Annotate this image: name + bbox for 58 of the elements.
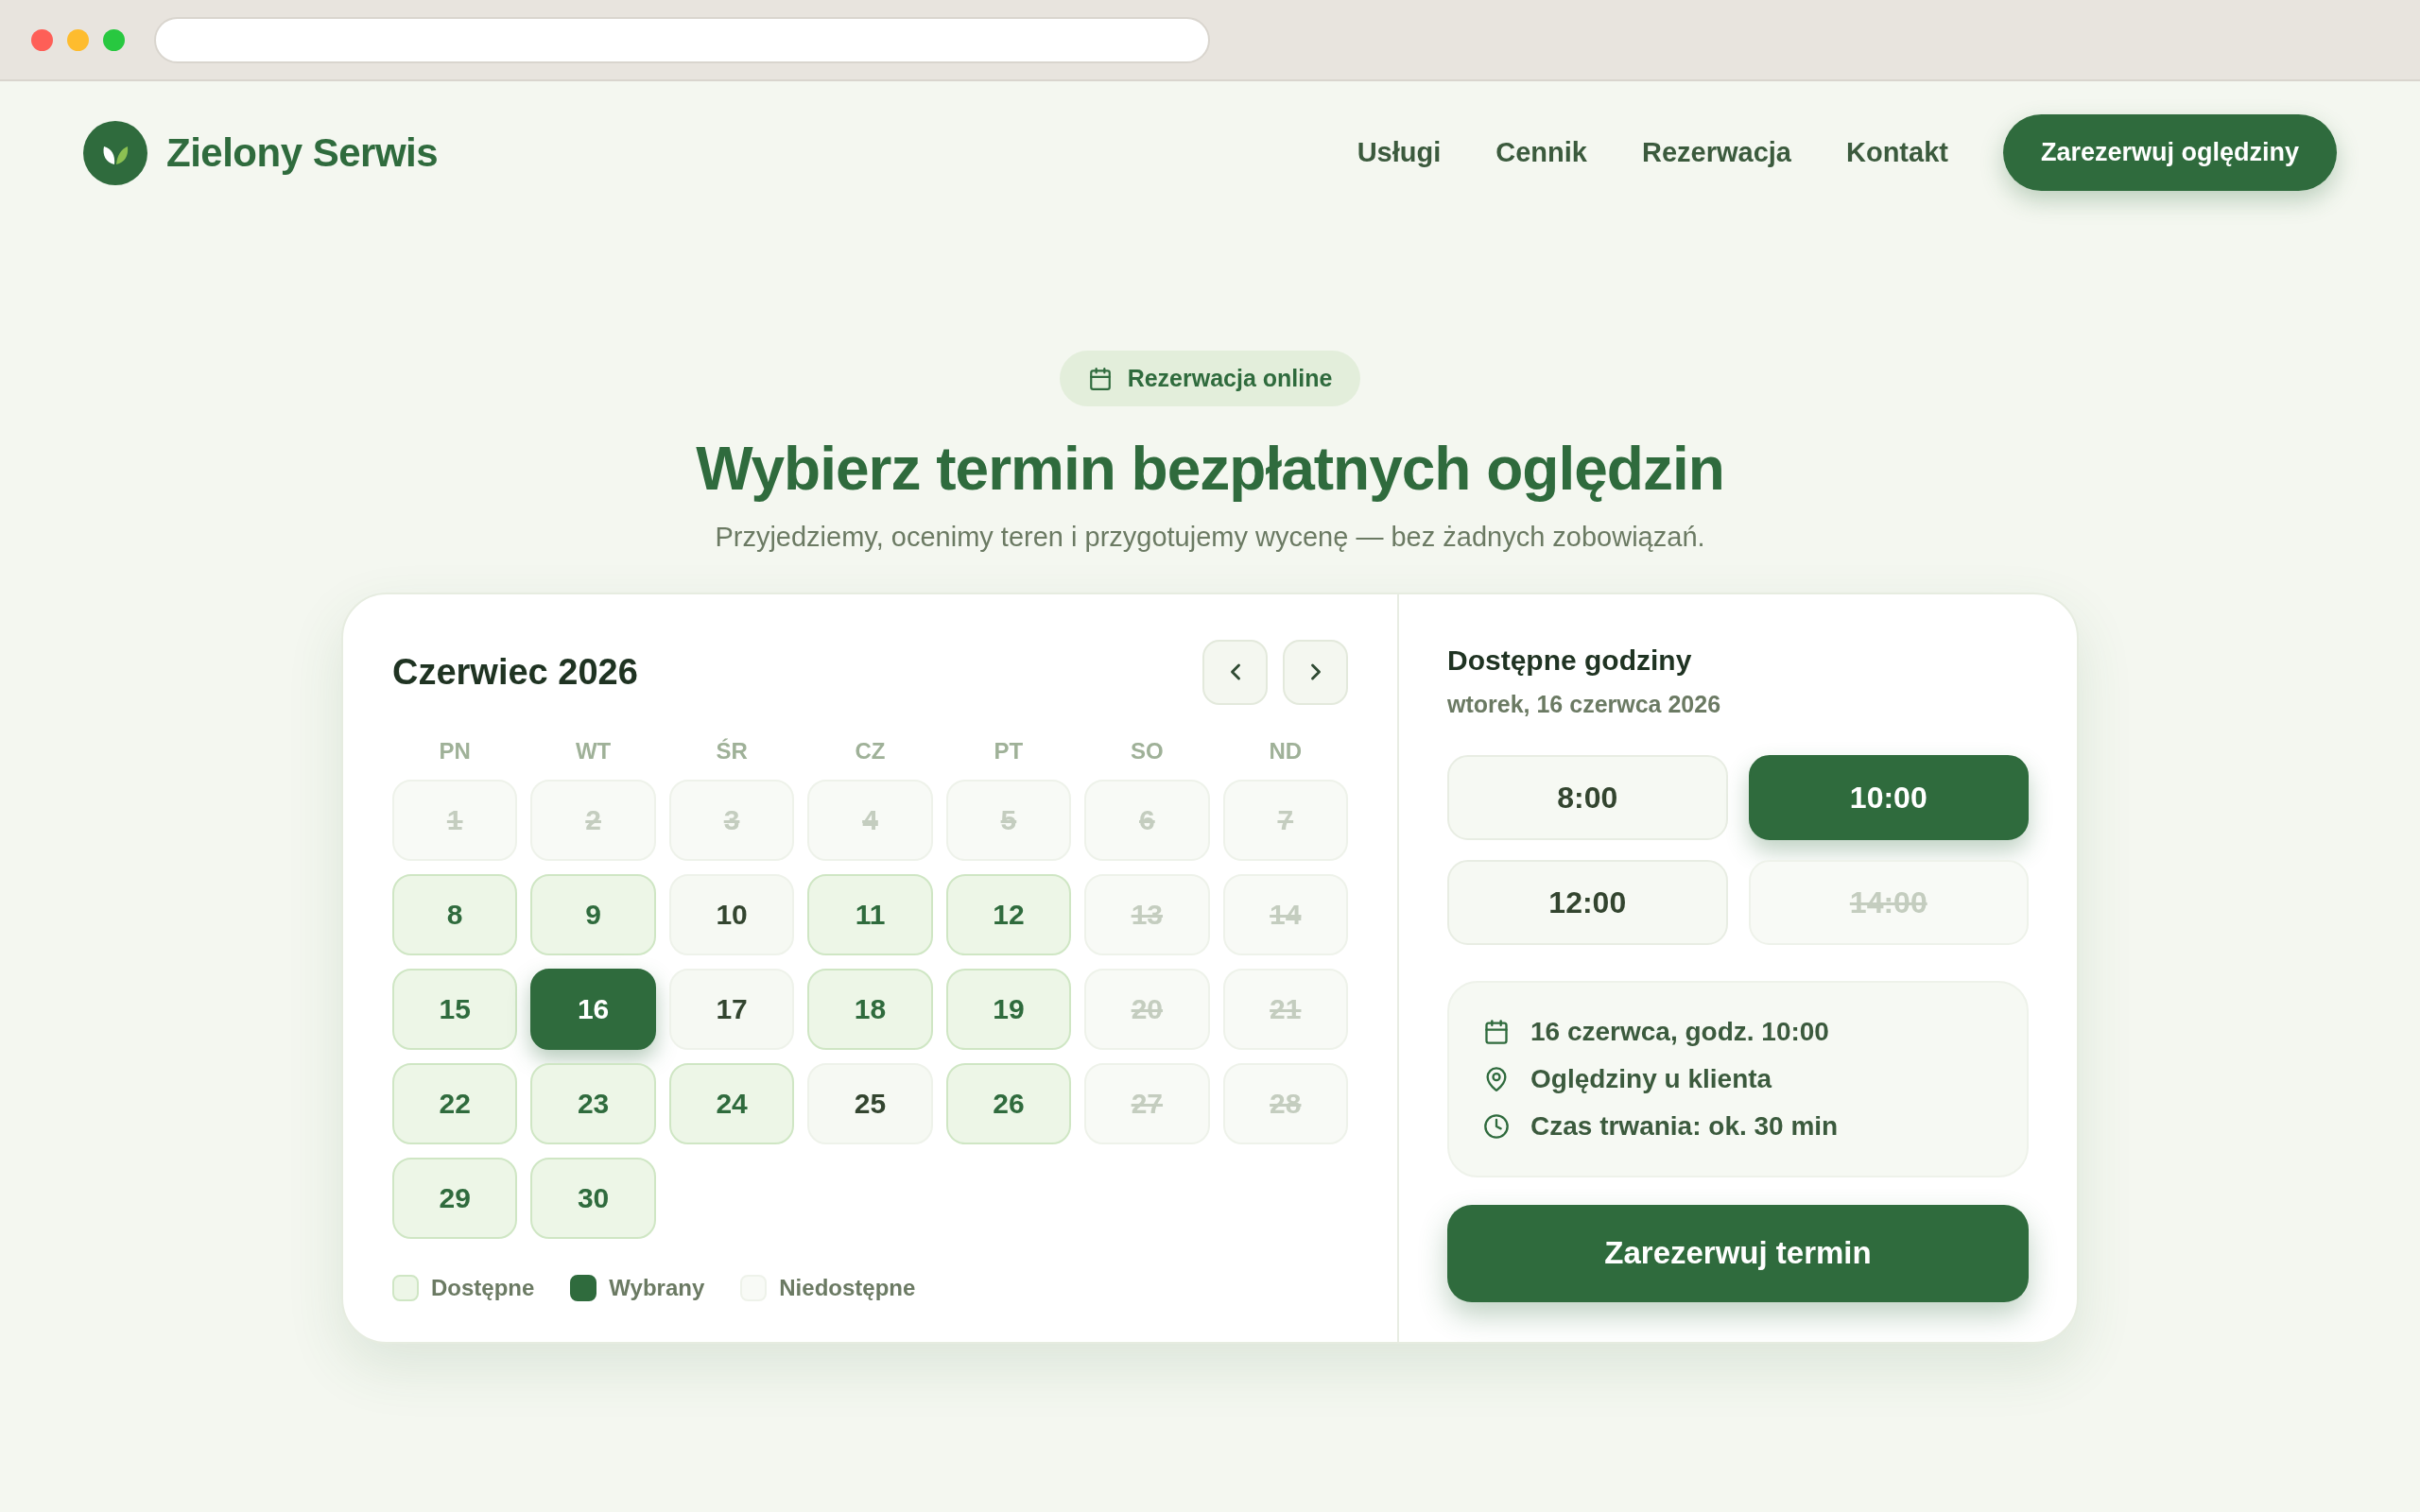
page-title: Wybierz termin bezpłatnych oględzin xyxy=(696,434,1724,505)
calendar-day[interactable]: 25 xyxy=(807,1062,933,1144)
weekday-label: CZ xyxy=(854,736,887,765)
calendar-day[interactable]: 19 xyxy=(945,968,1072,1050)
calendar-day[interactable]: 11 xyxy=(807,873,933,955)
next-month-button[interactable] xyxy=(1283,639,1348,705)
calendar-day[interactable]: 9 xyxy=(530,873,656,955)
nav-link[interactable]: Usługi xyxy=(1357,131,1442,174)
address-bar[interactable] xyxy=(154,16,1210,63)
legend-label: Dostępne xyxy=(431,1273,535,1302)
summary-text: Oględziny u klienta xyxy=(1530,1062,1772,1095)
calendar-day[interactable]: 23 xyxy=(530,1062,656,1144)
weekday-label: WT xyxy=(574,736,613,765)
nav-link[interactable]: Kontakt xyxy=(1846,131,1948,174)
book-inspection-button[interactable]: Zarezerwuj oględziny xyxy=(2002,114,2337,191)
weekday-label: ŚR xyxy=(715,736,749,765)
legend-label: Wybrany xyxy=(609,1273,705,1302)
legend-label: Niedostępne xyxy=(779,1273,916,1302)
weekday-label: PT xyxy=(993,736,1025,765)
weekday-label: SO xyxy=(1130,736,1165,765)
calendar-day[interactable]: 18 xyxy=(807,968,933,1050)
calendar-icon xyxy=(1087,366,1113,391)
time-slot[interactable]: 12:00 xyxy=(1447,859,1728,945)
hours-title: Dostępne godziny xyxy=(1447,643,1693,678)
calendar-day[interactable]: 17 xyxy=(668,968,795,1050)
brand-name: Zielony Serwis xyxy=(166,129,439,177)
page-subtitle: Przyjedziemy, ocenimy teren i przygotujemy wycenę — bez żadnych zobowiązań. xyxy=(715,521,1705,554)
selected-date: wtorek, 16 czerwca 2026 xyxy=(1447,689,1722,719)
reserve-button[interactable]: Zarezerwuj termin xyxy=(1447,1204,2029,1302)
calendar-day[interactable]: 30 xyxy=(530,1157,656,1239)
calendar-day[interactable]: 16 xyxy=(530,968,656,1050)
month-title: Czerwiec 2026 xyxy=(392,650,638,694)
time-slot[interactable]: 8:00 xyxy=(1447,754,1728,840)
badge-label: Rezerwacja online xyxy=(1127,363,1333,393)
legend-swatch-icon xyxy=(570,1274,597,1301)
weekday-label: PN xyxy=(438,736,472,765)
calendar-day[interactable]: 24 xyxy=(668,1062,795,1144)
summary-text: Czas trwania: ok. 30 min xyxy=(1530,1109,1839,1143)
leaf-logo-icon xyxy=(83,120,147,185)
calendar-day[interactable]: 12 xyxy=(945,873,1072,955)
calendar-day[interactable]: 29 xyxy=(392,1157,518,1239)
minimize-window-icon[interactable] xyxy=(67,28,89,51)
summary-text: 16 czerwca, godz. 10:00 xyxy=(1530,1015,1829,1048)
nav-link[interactable]: Cennik xyxy=(1495,131,1587,174)
close-window-icon[interactable] xyxy=(31,28,53,51)
calendar-day[interactable]: 8 xyxy=(392,873,518,955)
calendar-day[interactable]: 22 xyxy=(392,1062,518,1144)
calendar-day[interactable]: 15 xyxy=(392,968,518,1050)
nav-link[interactable]: Rezerwacja xyxy=(1642,131,1791,174)
previous-month-button[interactable] xyxy=(1202,639,1268,705)
legend-swatch-icon xyxy=(392,1274,419,1301)
calendar-day[interactable]: 10 xyxy=(668,873,795,955)
weekday-label: ND xyxy=(1268,736,1304,765)
calendar-day[interactable]: 26 xyxy=(945,1062,1072,1144)
clock-icon xyxy=(1483,1112,1510,1140)
time-slot[interactable]: 10:00 xyxy=(1748,754,2029,840)
calendar-icon xyxy=(1483,1018,1510,1045)
maximize-window-icon[interactable] xyxy=(103,28,125,51)
